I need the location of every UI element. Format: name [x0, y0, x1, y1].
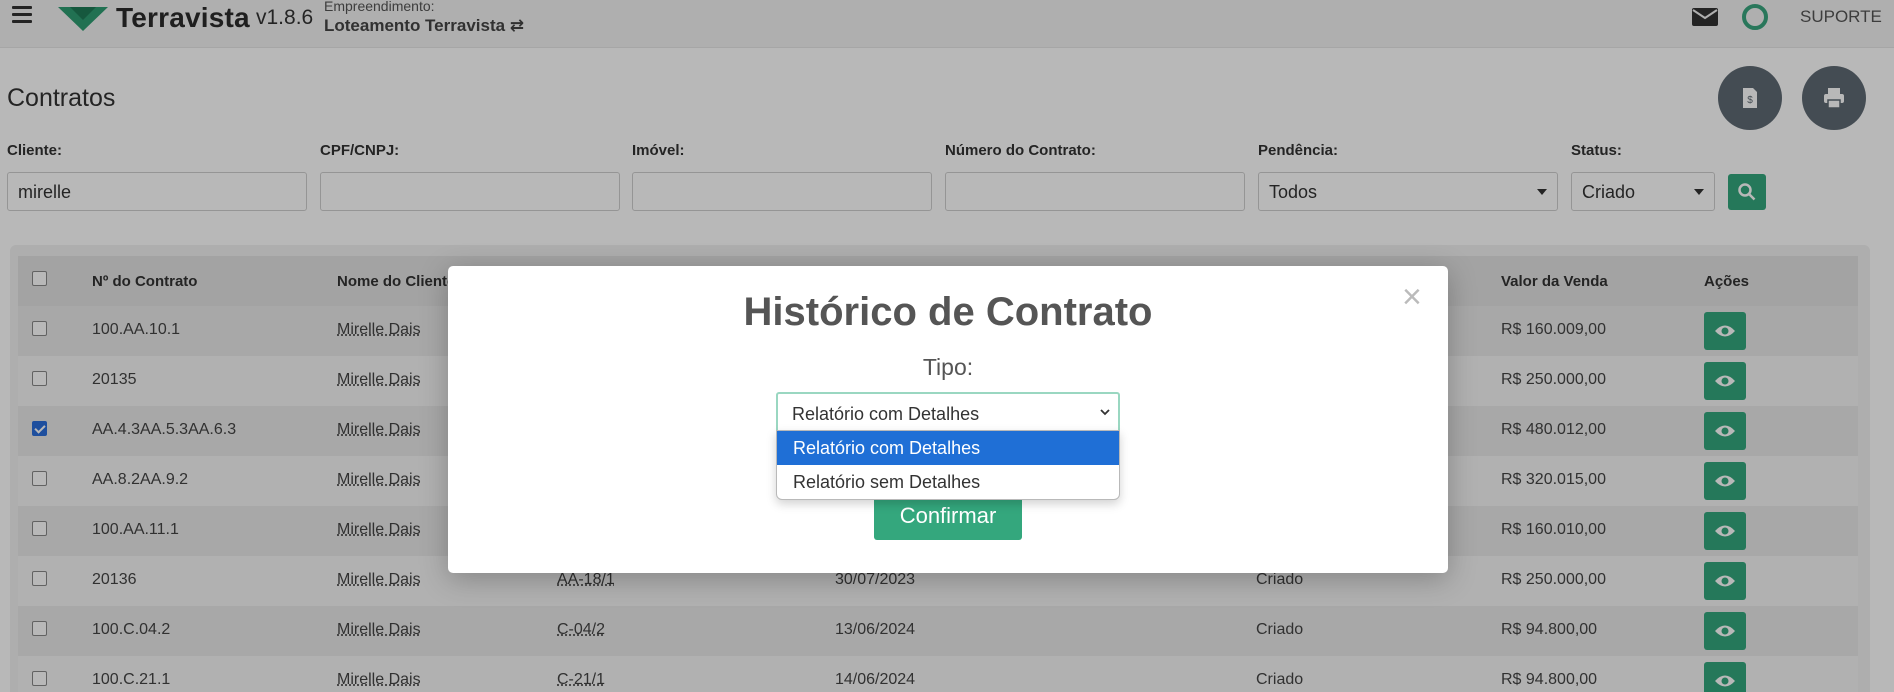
- tipo-label: Tipo:: [448, 354, 1448, 381]
- option-relatorio-sem-detalhes[interactable]: Relatório sem Detalhes: [777, 465, 1120, 499]
- chevron-down-icon: [1100, 407, 1110, 417]
- tipo-selected-value: Relatório com Detalhes: [792, 404, 979, 424]
- modal-title: Histórico de Contrato: [448, 290, 1448, 335]
- tipo-select[interactable]: Relatório com Detalhes: [776, 392, 1120, 434]
- option-relatorio-com-detalhes[interactable]: Relatório com Detalhes: [777, 431, 1120, 465]
- historico-contrato-modal: × Histórico de Contrato Tipo: Confirmar …: [448, 266, 1448, 573]
- tipo-dropdown-list: Relatório com Detalhes Relatório sem Det…: [776, 430, 1120, 500]
